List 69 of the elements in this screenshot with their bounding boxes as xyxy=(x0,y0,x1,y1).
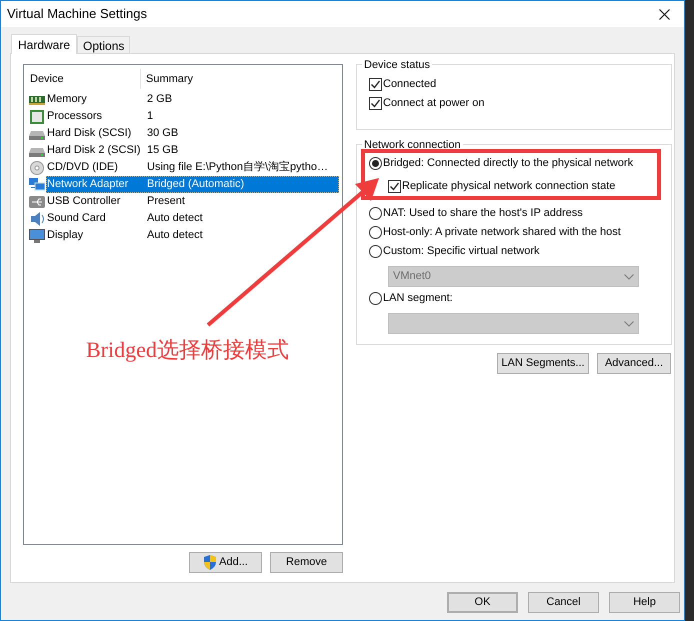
radio-label: Custom: Specific virtual network xyxy=(383,244,540,260)
window-title: Virtual Machine Settings xyxy=(7,5,147,24)
device-name: Processors xyxy=(47,109,104,124)
radio-button[interactable] xyxy=(369,207,382,220)
device-summary: Bridged (Automatic) xyxy=(147,177,244,192)
dropdown-value: VMnet0 xyxy=(393,269,431,284)
checkmark-icon xyxy=(370,79,381,90)
device-summary: Present xyxy=(147,194,185,210)
device-summary: 2 GB xyxy=(147,92,172,108)
checkmark-icon xyxy=(370,98,381,109)
lan-segments-button[interactable]: LAN Segments... xyxy=(497,353,589,374)
device-name: Memory xyxy=(47,92,88,108)
radio-button[interactable] xyxy=(369,226,382,239)
radio-button[interactable] xyxy=(369,157,382,170)
device-row[interactable]: Hard Disk (SCSI) 30 GB xyxy=(27,125,339,142)
device-name: Hard Disk (SCSI) xyxy=(47,126,132,142)
speaker-icon xyxy=(29,212,45,226)
radio-button[interactable] xyxy=(369,292,382,305)
checkbox[interactable] xyxy=(369,78,382,91)
device-name: Hard Disk 2 (SCSI) xyxy=(47,143,142,158)
close-icon xyxy=(658,8,670,20)
radio-label: Bridged: Connected directly to the physical network xyxy=(383,156,634,172)
device-summary: Using file E:\Python自学\淘宝pytho… xyxy=(147,160,328,176)
usb-icon xyxy=(29,194,45,208)
checkbox-label: Connect at power on xyxy=(383,96,485,112)
tab[interactable]: Hardware xyxy=(11,34,78,54)
shield-icon xyxy=(203,555,218,570)
device-summary: 30 GB xyxy=(147,126,178,142)
checkbox[interactable] xyxy=(388,180,401,193)
device-summary: Auto detect xyxy=(147,228,203,244)
chevron-down-icon xyxy=(624,320,634,326)
radio-label: Host-only: A private network shared with the host xyxy=(383,225,621,240)
tab[interactable]: Options xyxy=(77,36,130,53)
annotation-text: Bridged选择桥接模式 xyxy=(86,336,289,364)
cancel-button[interactable]: Cancel xyxy=(528,592,599,613)
help-button[interactable]: Help xyxy=(609,592,680,613)
device-row[interactable]: Processors 1 xyxy=(27,108,339,125)
device-name: USB Controller xyxy=(47,194,122,210)
radio-label: NAT: Used to share the host's IP address xyxy=(383,206,583,222)
device-row[interactable]: Sound Card Auto detect xyxy=(27,210,339,227)
device-row[interactable]: USB Controller Present xyxy=(27,193,339,210)
radio-button[interactable] xyxy=(369,245,382,258)
device-summary: 15 GB xyxy=(147,143,178,158)
chevron-down-icon xyxy=(624,274,634,280)
device-name: CD/DVD (IDE) xyxy=(47,160,119,176)
chip-icon xyxy=(29,110,45,124)
checkbox[interactable] xyxy=(369,97,382,110)
device-name: Network Adapter xyxy=(47,177,130,192)
ok-button[interactable]: OK xyxy=(447,592,518,613)
device-row[interactable]: CD/DVD (IDE) Using file E:\Python自学\淘宝pytho… xyxy=(27,159,339,176)
disc-icon xyxy=(29,160,45,174)
device-summary: Auto detect xyxy=(147,211,203,226)
advanced-button[interactable]: Advanced... xyxy=(597,353,671,374)
checkbox-label: Replicate physical network connection state xyxy=(402,179,616,194)
checkbox-label: Connected xyxy=(383,77,436,92)
device-summary: 1 xyxy=(147,109,154,124)
device-name: Sound Card xyxy=(47,211,107,226)
add-button[interactable]: Add... xyxy=(189,552,262,573)
column-header[interactable]: Summary xyxy=(141,69,339,89)
device-row[interactable]: Hard Disk 2 (SCSI) 15 GB xyxy=(27,142,339,159)
remove-button[interactable]: Remove xyxy=(270,552,343,573)
device-row[interactable]: Display Auto detect xyxy=(27,227,339,244)
device-name: Display xyxy=(47,228,84,244)
checkmark-icon xyxy=(389,181,400,192)
monitor-icon xyxy=(29,228,45,242)
radio-label: LAN segment: xyxy=(383,291,453,306)
column-header[interactable]: Device xyxy=(27,69,141,89)
device-row[interactable]: Memory 2 GB xyxy=(27,91,339,108)
network-icon xyxy=(29,178,45,192)
